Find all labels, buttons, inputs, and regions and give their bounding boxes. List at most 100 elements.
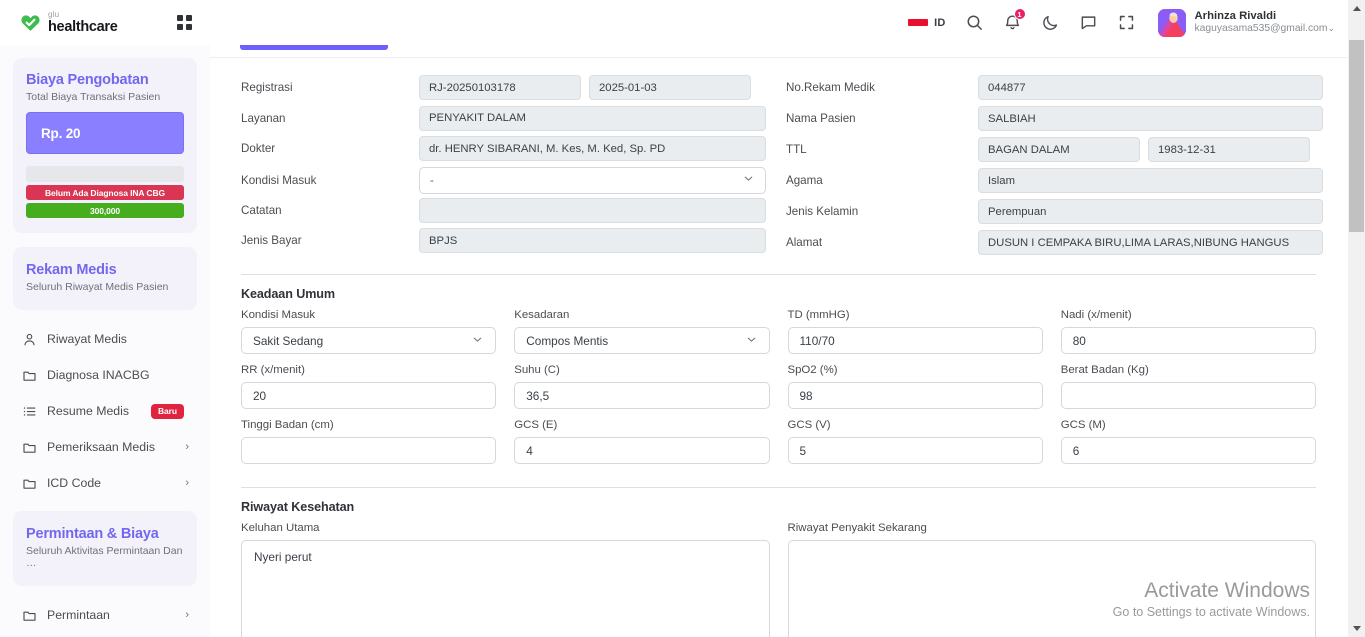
vital-berat-badan: Berat Badan (Kg) [1060,364,1316,409]
user-icon [22,332,37,347]
catatan-field[interactable] [419,197,766,223]
registrasi-date-field[interactable]: 2025-01-03 [589,75,751,100]
diagnosis-status-badge: Belum Ada Diagnosa INA CBG [26,185,184,200]
sidebar-item-riwayat-medis[interactable]: Riwayat Medis [13,324,197,354]
sidebar-item-resume-medis[interactable]: Resume Medis Baru [13,396,197,426]
main-area: ID 1 Arhinza Rivaldi kaguyasama535@gmail… [210,0,1365,637]
keluhan-utama-textarea[interactable]: Nyeri perut [241,540,770,637]
tab-strip [210,45,1347,58]
field-label: RR (x/menit) [241,364,305,376]
field-label: GCS (E) [514,419,558,431]
kondisi-masuk-select[interactable]: - [419,166,766,194]
cost-amount-box: Rp. 20 [26,112,184,154]
cost-card: Biaya Pengobatan Total Biaya Transaksi P… [13,58,197,233]
spo2-input[interactable]: 98 [787,382,1043,409]
list-icon [22,404,37,419]
requests-card: Permintaan & Biaya Seluruh Aktivitas Per… [13,511,197,586]
fullscreen-icon[interactable] [1117,13,1136,32]
td-input[interactable]: 110/70 [787,327,1043,354]
vital-td: TD (mmHG) 110/70 [787,309,1043,354]
field-row-layanan: Layanan PENYAKIT DALAM [241,105,786,131]
kondisi-masuk-vital-select[interactable]: Sakit Sedang [241,327,497,354]
vital-tinggi-badan: Tinggi Badan (cm) [241,419,497,464]
tab-active-indicator[interactable] [240,45,388,50]
tinggi-badan-input[interactable] [241,437,497,464]
field-label: Dokter [241,142,276,155]
ttl-date-field[interactable]: 1983-12-31 [1148,137,1310,162]
field-label: Nama Pasien [786,112,856,125]
field-label: SpO2 (%) [787,364,838,376]
jenis-kelamin-field[interactable]: Perempuan [978,199,1323,224]
sidebar-item-permintaan[interactable]: Permintaan › [13,600,197,630]
gcs-e-input[interactable]: 4 [514,437,770,464]
chevron-down-icon [742,172,755,188]
section-divider-2 [241,487,1316,488]
field-row-jenis-kelamin: Jenis Kelamin Perempuan [786,199,1323,224]
field-label: Catatan [241,203,282,217]
field-label: Jenis Kelamin [786,205,859,218]
avatar [1157,8,1186,37]
sidebar-item-pemeriksaan-medis[interactable]: Pemeriksaan Medis › [13,432,197,462]
folder-icon [22,608,37,623]
app-root: glu healthcare Biaya Pengobatan Total Bi… [0,0,1365,637]
user-email-text: kaguyasama535@gmail.com [1194,23,1328,35]
chevron-right-icon: › [185,608,189,621]
sidebar: glu healthcare Biaya Pengobatan Total Bi… [0,0,210,637]
identity-right-column: No.Rekam Medik 044877 Nama Pasien SALBIA… [786,75,1323,261]
sidebar-item-diagnosa-inacbg[interactable]: Diagnosa INACBG [13,360,197,390]
kesadaran-select[interactable]: Compos Mentis [514,327,770,354]
field-label: TD (mmHG) [787,309,850,321]
moon-icon[interactable] [1041,13,1060,32]
brand-logo-block[interactable]: glu healthcare [20,10,118,35]
page-vertical-scrollbar[interactable] [1348,0,1365,637]
field-row-kondisi-masuk: Kondisi Masuk - [241,166,786,194]
nama-pasien-field[interactable]: SALBIAH [978,106,1323,131]
field-label: Kesadaran [514,309,570,321]
scroll-up-arrow-icon[interactable] [1348,0,1365,17]
topbar: ID 1 Arhinza Rivaldi kaguyasama535@gmail… [210,0,1365,45]
rr-input[interactable]: 20 [241,382,497,409]
language-label: ID [934,16,946,29]
vital-kondisi-masuk: Kondisi Masuk Sakit Sedang [241,309,497,354]
grid-apps-icon[interactable] [177,15,192,30]
field-label: Nadi (x/menit) [1060,309,1132,321]
registrasi-number-field[interactable]: RJ-20250103178 [419,75,581,100]
field-label: GCS (M) [1060,419,1106,431]
field-label: Registrasi [241,81,293,94]
vital-gcs-v: GCS (V) 5 [787,419,1043,464]
user-menu[interactable]: Arhinza Rivaldi kaguyasama535@gmail.com⌄ [1157,8,1335,37]
berat-badan-input[interactable] [1060,382,1316,409]
section-title-keadaan-umum: Keadaan Umum [241,287,335,301]
alamat-field[interactable]: DUSUN I CEMPAKA BIRU,LIMA LARAS,NIBUNG H… [978,230,1323,255]
notifications-bell[interactable]: 1 [1003,8,1026,32]
field-label: Suhu (C) [514,364,560,376]
user-name: Arhinza Rivaldi [1194,10,1277,23]
scroll-down-arrow-icon[interactable] [1348,620,1365,637]
suhu-input[interactable]: 36,5 [514,382,770,409]
gcs-v-input[interactable]: 5 [787,437,1043,464]
riwayat-penyakit-textarea[interactable] [787,540,1316,637]
dokter-field[interactable]: dr. HENRY SIBARANI, M. Kes, M. Ked, Sp. … [419,136,766,161]
history-complaint-group: Keluhan Utama Nyeri perut [241,522,770,637]
agama-field[interactable]: Islam [978,168,1323,193]
ttl-place-field[interactable]: BAGAN DALAM [978,137,1140,162]
chat-icon[interactable] [1079,13,1098,32]
vital-spo2: SpO2 (%) 98 [787,364,1043,409]
nadi-input[interactable]: 80 [1060,327,1316,354]
tab-divider [210,57,1347,58]
search-icon[interactable] [965,13,984,32]
sidebar-scroll-area: Biaya Pengobatan Total Biaya Transaksi P… [0,45,210,637]
layanan-field[interactable]: PENYAKIT DALAM [419,105,766,131]
gcs-m-input[interactable]: 6 [1060,437,1316,464]
cost-bar-track [26,166,184,182]
jenis-bayar-field[interactable]: BPJS [419,228,766,253]
sidebar-item-icd-code[interactable]: ICD Code › [13,468,197,498]
sidebar-item-label: ICD Code [47,476,101,490]
language-selector[interactable]: ID [908,17,945,29]
field-label: Alamat [786,236,823,249]
status-badge: Baru [151,403,184,419]
field-label: Berat Badan (Kg) [1060,364,1149,376]
form-body: Registrasi RJ-20250103178 2025-01-03 Lay… [210,57,1347,637]
scrollbar-thumb[interactable] [1349,40,1364,232]
no-rekam-medik-field[interactable]: 044877 [978,75,1323,100]
